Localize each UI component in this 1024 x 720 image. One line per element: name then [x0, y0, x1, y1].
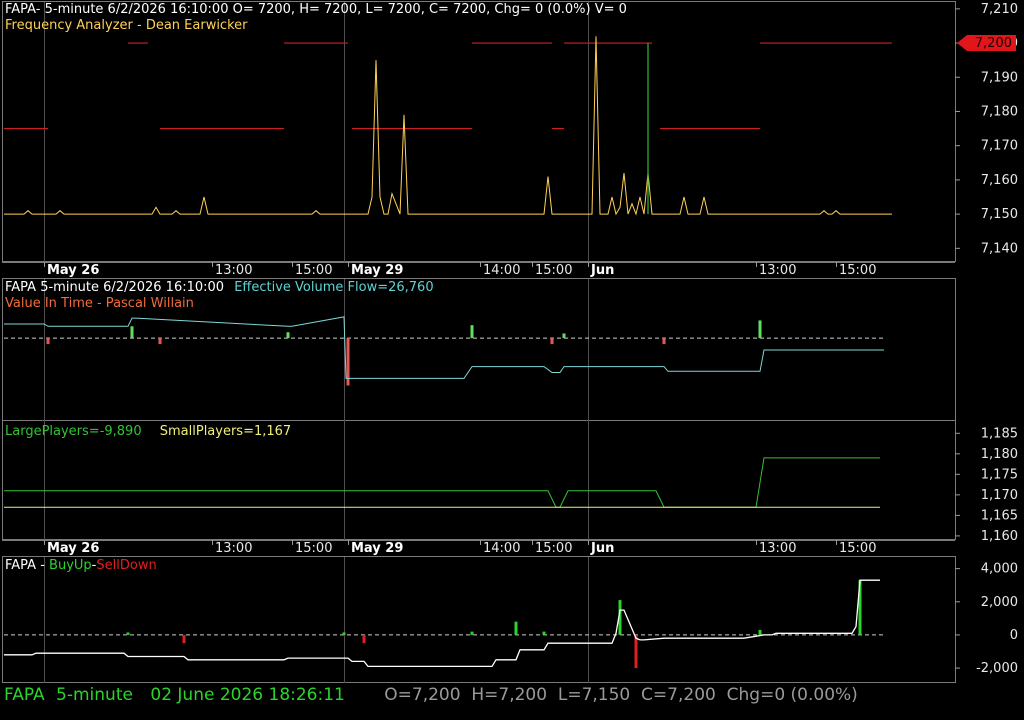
volume-up-bar [562, 333, 566, 339]
volume-down-bar [46, 338, 50, 345]
date-axis-label: 13:00 [215, 541, 252, 556]
selldown-bar [634, 634, 638, 669]
status-datetime: 02 June 2026 18:26:11 [150, 685, 345, 705]
date-axis-label: 14:00 [483, 541, 520, 556]
small-players-label: SmallPlayers=1,167 [159, 424, 292, 439]
y-tick-label: 1,160 [981, 529, 1018, 544]
date-axis-label: 13:00 [759, 263, 796, 278]
current-price-label: 7,200 [975, 36, 1012, 51]
y-tick-label: 1,165 [981, 508, 1018, 523]
status-ohlc: O=7,200 H=7,200 L=7,150 C=7,200 Chg=0 (0… [384, 685, 858, 705]
volume-up-bar [470, 325, 474, 339]
buyup-bar [126, 632, 130, 635]
large-players-line [4, 457, 880, 508]
date-axis-label: 15:00 [839, 541, 876, 556]
buyup-bar [470, 631, 474, 635]
volume-down-bar [158, 338, 162, 345]
volume-up-bar [130, 326, 134, 339]
y-tick-label: -2,000 [976, 661, 1018, 676]
y-tick-label: 2,000 [981, 595, 1018, 610]
panel3-title: LargePlayers=-9,890 SmallPlayers=1,167 [5, 424, 291, 439]
effective-volume-flow-line [4, 316, 884, 379]
buyup-bar [514, 621, 518, 635]
y-tick-label: 4,000 [981, 562, 1018, 577]
buyup-selldown-line [4, 579, 880, 668]
panel2-title: FAPA 5-minute 6/2/2026 16:10:00 Effectiv… [5, 280, 434, 295]
y-tick-label: 1,185 [981, 426, 1018, 441]
volume-up-bar [286, 332, 290, 339]
date-axis-label: 13:00 [759, 541, 796, 556]
buyup-bar [758, 629, 762, 635]
price-line [4, 36, 892, 216]
date-axis-label: 15:00 [535, 263, 572, 278]
y-tick-label: 7,180 [981, 104, 1018, 119]
volume-up-bar [758, 320, 762, 339]
panel1-frame [2, 1, 956, 262]
y-tick-label: 7,150 [981, 207, 1018, 222]
y-tick-label: 7,140 [981, 241, 1018, 256]
date-axis-label: Jun [590, 541, 614, 556]
date-axis-label: May 29 [351, 541, 403, 556]
panel2-indicator-label: Value In Time - Pascal Willain [5, 296, 194, 311]
selldown-bar [182, 634, 186, 644]
date-axis-label: 14:00 [483, 263, 520, 278]
status-bar: FAPA 5-minute 02 June 2026 18:26:11 O=7,… [4, 684, 858, 706]
status-timeframe: 5-minute [56, 685, 133, 705]
date-axis-band [2, 262, 955, 278]
panel2-symbol-label: FAPA 5-minute 6/2/2026 16:10:00 [5, 280, 225, 295]
volume-down-bar [550, 338, 554, 345]
date-axis-label: 13:00 [215, 263, 252, 278]
date-axis-label: Jun [590, 263, 614, 278]
date-axis-label: May 29 [351, 263, 403, 278]
panel1-header: FAPA- 5-minute 6/2/2026 16:10:00 O= 7200… [5, 2, 627, 17]
trading-chart-window: { "symbol": "FAPA", "timeframe": "5-minu… [0, 0, 1024, 720]
panel2-flow-label: Effective Volume Flow=26,760 [234, 280, 434, 295]
y-tick-label: 1,170 [981, 488, 1018, 503]
chart-canvas[interactable]: 7,140 7,150 7,160 7,170 7,180 7,190 7,200 7,210… [0, 0, 1024, 720]
date-axis-label: 15:00 [535, 541, 572, 556]
panel4-title: FAPA - BuyUp-SellDown [5, 558, 157, 573]
y-tick-label: 1,180 [981, 447, 1018, 462]
status-symbol: FAPA [4, 685, 45, 705]
y-tick-label: 7,210 [981, 2, 1018, 17]
y-tick-label: 0 [1010, 628, 1018, 643]
date-axis-label: 15:00 [295, 263, 332, 278]
selldown-bar [362, 634, 366, 644]
date-axis-band [2, 540, 955, 556]
volume-down-bar [662, 338, 666, 345]
date-axis-label: 15:00 [839, 263, 876, 278]
panel1-indicator-label: Frequency Analyzer - Dean Earwicker [5, 18, 248, 33]
buyup-bar [542, 631, 546, 635]
buyup-bar [342, 632, 346, 635]
large-players-label: LargePlayers=-9,890 [5, 424, 142, 439]
buyup-label: BuyUp [49, 558, 92, 573]
y-tick-label: 7,160 [981, 173, 1018, 188]
date-axis-label: 15:00 [295, 541, 332, 556]
y-tick-label: 7,190 [981, 70, 1018, 85]
panel4-prefix: FAPA - [5, 558, 50, 573]
y-tick-label: 7,170 [981, 139, 1018, 154]
panel4-frame [2, 556, 956, 683]
date-axis-label: May 26 [47, 541, 99, 556]
selldown-label: SellDown [96, 558, 157, 573]
date-axis-label: May 26 [47, 263, 99, 278]
y-tick-label: 1,175 [981, 467, 1018, 482]
